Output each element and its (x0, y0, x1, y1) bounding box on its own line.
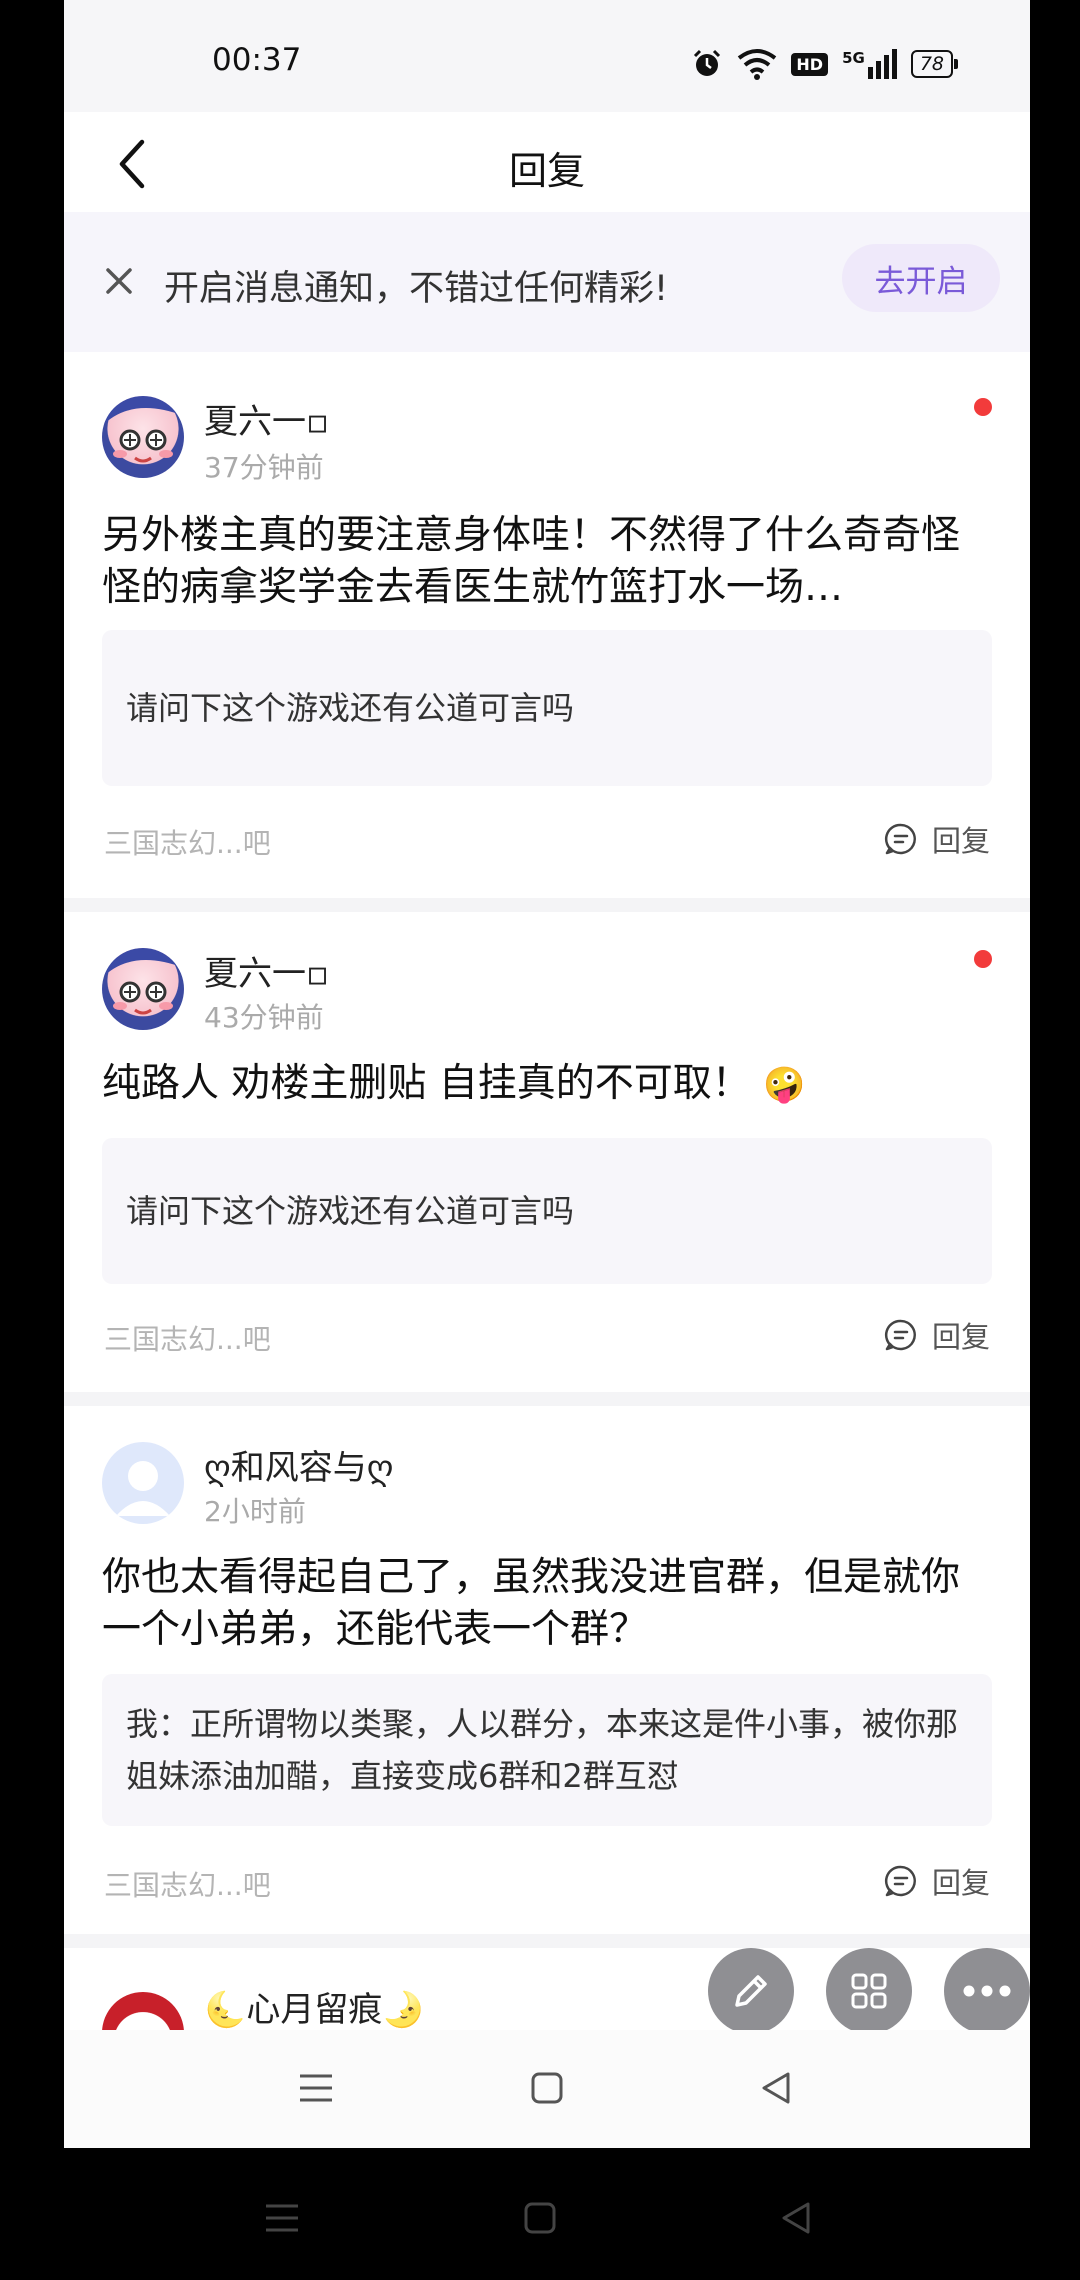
system-nav-bar (64, 2030, 1030, 2148)
outer-nav-bar (0, 2148, 1080, 2280)
enable-notifications-button[interactable]: 去开启 (842, 244, 1000, 312)
status-icons: HD 5G 78 (691, 44, 958, 84)
reply-card[interactable]: 夏六一▫ 43分钟前 纯路人 劝楼主删贴 自挂真的不可取！ 🤪 请问下这个游戏还… (64, 912, 1030, 1392)
hd-badge: HD (791, 52, 829, 76)
page-title: 回复 (508, 149, 585, 193)
avatar[interactable] (102, 396, 184, 478)
divider (64, 898, 1030, 912)
pencil-icon (735, 1975, 767, 2007)
notification-banner: 开启消息通知，不错过任何精彩! 去开启 (64, 212, 1030, 352)
username[interactable]: 夏六一▫ (204, 394, 329, 443)
username[interactable]: 🌜心月留痕🌛 (204, 1982, 425, 2030)
avatar-image (102, 396, 184, 463)
quoted-post[interactable]: 请问下这个游戏还有公道可言吗 (102, 630, 992, 786)
quoted-text: 我：正所谓物以类聚，人以群分，本来这是件小事，被你那姐妹添油加醋，直接变成6群和… (126, 1705, 959, 1795)
apps-fab-button[interactable] (826, 1948, 912, 2034)
reply-time: 37分钟前 (204, 451, 324, 484)
back-triangle-icon (782, 2202, 810, 2234)
divider (64, 1392, 1030, 1406)
comment-icon (884, 1319, 916, 1351)
reply-time: 43分钟前 (204, 1001, 324, 1034)
avatar[interactable] (102, 1442, 184, 1524)
forum-name[interactable]: 三国志幻...吧 (104, 1864, 271, 1904)
reply-card[interactable]: ღ和风容与ღ 2小时前 你也太看得起自己了，虽然我没进官群，但是就你一个小弟弟，… (64, 1406, 1030, 1934)
default-avatar-icon (116, 1461, 170, 1516)
quoted-text: 请问下这个游戏还有公道可言吗 (126, 689, 575, 727)
reply-button[interactable]: 回复 (884, 818, 990, 860)
banner-text: 开启消息通知，不错过任何精彩! (164, 269, 669, 309)
status-time: 00:37 (212, 42, 302, 78)
avatar-image (102, 948, 184, 1015)
grid-icon (851, 1973, 887, 2009)
forum-name[interactable]: 三国志幻...吧 (104, 1318, 271, 1358)
home-square-icon (531, 2072, 563, 2104)
emoji-icon: 🤪 (763, 1065, 806, 1105)
phone-screen: 00:37 HD 5G 78 回复 开启消息通知，不错过任何精彩! 去开启 夏六… (64, 0, 1030, 2148)
reply-button[interactable]: 回复 (884, 1314, 990, 1356)
wifi-icon (738, 49, 777, 80)
reply-content[interactable]: 另外楼主真的要注意身体哇！不然得了什么奇奇怪怪的病拿奖学金去看医生就竹篮打水一场… (102, 510, 992, 614)
outer-menu-button[interactable] (252, 2188, 312, 2248)
more-dots-icon (963, 1985, 1011, 1997)
reply-label: 回复 (931, 1320, 990, 1354)
menu-icon (300, 2074, 332, 2102)
comment-icon (884, 1865, 916, 1897)
reply-button[interactable]: 回复 (884, 1860, 990, 1902)
reply-content-text: 纯路人 劝楼主删贴 自挂真的不可取！ (102, 1061, 751, 1106)
reply-time: 2小时前 (204, 1495, 306, 1528)
signal-5g-icon: 5G (842, 49, 897, 79)
alarm-icon (694, 49, 721, 76)
outer-back-button[interactable] (766, 2188, 826, 2248)
quoted-post[interactable]: 请问下这个游戏还有公道可言吗 (102, 1138, 992, 1284)
avatar[interactable] (102, 948, 184, 1030)
reply-label: 回复 (931, 1866, 990, 1900)
reply-label: 回复 (931, 824, 990, 858)
more-fab-button[interactable] (944, 1948, 1030, 2034)
edit-fab-button[interactable] (708, 1948, 794, 2034)
home-square-icon (524, 2202, 556, 2234)
unread-dot (974, 398, 992, 416)
username[interactable]: 夏六一▫ (204, 946, 329, 995)
forum-name[interactable]: 三国志幻...吧 (104, 822, 271, 862)
quoted-text: 请问下这个游戏还有公道可言吗 (126, 1192, 575, 1230)
close-icon (106, 268, 132, 294)
reply-content[interactable]: 纯路人 劝楼主删贴 自挂真的不可取！ 🤪 (102, 1058, 992, 1111)
nav-home-button[interactable] (517, 2058, 577, 2118)
username[interactable]: ღ和风容与ღ (204, 1440, 393, 1489)
banner-close-button[interactable] (94, 256, 144, 306)
quoted-post[interactable]: 我：正所谓物以类聚，人以群分，本来这是件小事，被你那姐妹添油加醋，直接变成6群和… (102, 1674, 992, 1826)
comment-icon (884, 823, 916, 855)
unread-dot (974, 950, 992, 968)
avatar[interactable] (102, 1992, 184, 2030)
divider (64, 1934, 1030, 1948)
back-triangle-icon (762, 2072, 790, 2104)
menu-icon (266, 2204, 298, 2232)
battery-icon: 78 (910, 50, 958, 78)
reply-card[interactable]: 夏六一▫ 37分钟前 另外楼主真的要注意身体哇！不然得了什么奇奇怪怪的病拿奖学金… (64, 352, 1030, 898)
outer-home-button[interactable] (510, 2188, 570, 2248)
reply-content[interactable]: 你也太看得起自己了，虽然我没进官群，但是就你一个小弟弟，还能代表一个群？ (102, 1552, 992, 1656)
header-bar: 回复 (64, 112, 1030, 222)
nav-menu-button[interactable] (286, 2058, 346, 2118)
nav-back-button[interactable] (746, 2058, 806, 2118)
